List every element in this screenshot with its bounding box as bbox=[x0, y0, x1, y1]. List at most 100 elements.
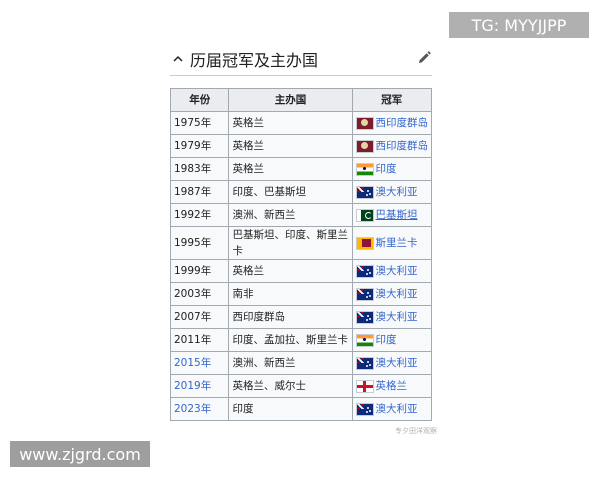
flag-au-icon bbox=[355, 264, 374, 278]
flag-en-icon bbox=[355, 379, 374, 393]
year-text: 2011年 bbox=[174, 334, 212, 346]
flag-au-icon bbox=[355, 185, 374, 199]
champion: 西印度群岛 bbox=[355, 115, 429, 131]
champion: 澳大利亚 bbox=[355, 286, 429, 302]
flag-in-icon bbox=[355, 333, 374, 347]
year-cell: 2007年 bbox=[169, 305, 230, 329]
table-row: 1999年 英格兰 澳大利亚 bbox=[169, 259, 432, 283]
table-row: 2023年 印度 澳大利亚 bbox=[169, 397, 432, 421]
champion-cell: 巴基斯坦 bbox=[351, 203, 432, 227]
table-row: 1987年 印度、巴基斯坦 澳大利亚 bbox=[169, 180, 432, 204]
champion-cell: 西印度群岛 bbox=[351, 111, 432, 135]
pencil-icon[interactable] bbox=[416, 50, 432, 66]
champion-link[interactable]: 英格兰 bbox=[376, 378, 408, 394]
champion: 澳大利亚 bbox=[355, 309, 429, 325]
year-text[interactable]: 2015年 bbox=[174, 357, 211, 369]
flag-au-icon bbox=[355, 402, 374, 416]
champion-cell: 澳大利亚 bbox=[351, 397, 432, 421]
host-cell: 印度 bbox=[228, 397, 353, 421]
host-cell: 英格兰 bbox=[228, 111, 353, 135]
champion-link[interactable]: 澳大利亚 bbox=[376, 184, 418, 200]
table-row: 1995年 巴基斯坦、印度、斯里兰卡 斯里兰卡 bbox=[169, 226, 432, 260]
champion-link[interactable]: 印度 bbox=[376, 161, 397, 177]
champion-link[interactable]: 澳大利亚 bbox=[376, 309, 418, 325]
host-cell: 英格兰 bbox=[228, 134, 353, 158]
year-cell[interactable]: 2023年 bbox=[169, 397, 230, 421]
year-cell: 1999年 bbox=[169, 259, 230, 283]
header-year[interactable]: 年份 bbox=[169, 88, 230, 112]
small-watermark: 专夕田洋观察 bbox=[395, 427, 437, 435]
year-cell: 1995年 bbox=[169, 226, 230, 260]
champion-link[interactable]: 澳大利亚 bbox=[376, 401, 418, 417]
champion: 印度 bbox=[355, 332, 429, 348]
champion-link[interactable]: 澳大利亚 bbox=[376, 355, 418, 371]
year-text: 2003年 bbox=[174, 288, 212, 300]
champion-link[interactable]: 西印度群岛 bbox=[376, 138, 429, 154]
champion-cell: 澳大利亚 bbox=[351, 259, 432, 283]
flag-au-icon bbox=[355, 356, 374, 370]
flag-au-icon bbox=[355, 310, 374, 324]
header-host[interactable]: 主办国 bbox=[228, 88, 353, 112]
year-text[interactable]: 2019年 bbox=[174, 380, 211, 392]
champion: 巴基斯坦 bbox=[355, 207, 429, 223]
champion: 西印度群岛 bbox=[355, 138, 429, 154]
table-row: 2003年 南非 澳大利亚 bbox=[169, 282, 432, 306]
telegram-watermark: TG: MYYJJPP bbox=[449, 12, 589, 38]
flag-wi-icon bbox=[355, 139, 374, 153]
champion-link[interactable]: 印度 bbox=[376, 332, 397, 348]
champion: 印度 bbox=[355, 161, 429, 177]
site-watermark: www.zjgrd.com bbox=[10, 441, 150, 467]
champion-link[interactable]: 斯里兰卡 bbox=[376, 235, 418, 251]
year-cell: 1975年 bbox=[169, 111, 230, 135]
flag-pk-icon bbox=[355, 208, 374, 222]
host-cell: 英格兰 bbox=[228, 157, 353, 181]
year-text: 1999年 bbox=[174, 265, 212, 277]
header-champion[interactable]: 冠军 bbox=[351, 88, 432, 112]
champion: 英格兰 bbox=[355, 378, 429, 394]
champion-cell: 澳大利亚 bbox=[351, 305, 432, 329]
champion-cell: 澳大利亚 bbox=[351, 351, 432, 375]
table-row: 2007年 西印度群岛 澳大利亚 bbox=[169, 305, 432, 329]
champion: 斯里兰卡 bbox=[355, 235, 429, 251]
table-row: 1992年 澳洲、新西兰 巴基斯坦 bbox=[169, 203, 432, 227]
champion: 澳大利亚 bbox=[355, 401, 429, 417]
year-text: 1995年 bbox=[174, 237, 212, 249]
champion-link[interactable]: 澳大利亚 bbox=[376, 286, 418, 302]
chevron-up-icon[interactable] bbox=[170, 51, 186, 67]
champion-cell: 斯里兰卡 bbox=[351, 226, 432, 260]
champion-link[interactable]: 巴基斯坦 bbox=[376, 207, 418, 223]
champion: 澳大利亚 bbox=[355, 184, 429, 200]
year-cell: 1992年 bbox=[169, 203, 230, 227]
section-title: 历届冠军及主办国 bbox=[190, 51, 319, 70]
table-row: 1983年 英格兰 印度 bbox=[169, 157, 432, 181]
champion-link[interactable]: 西印度群岛 bbox=[376, 115, 429, 131]
table-header-row: 年份 主办国 冠军 bbox=[169, 88, 432, 112]
host-cell: 巴基斯坦、印度、斯里兰卡 bbox=[228, 226, 353, 260]
year-cell[interactable]: 2019年 bbox=[169, 374, 230, 398]
year-text[interactable]: 2023年 bbox=[174, 403, 211, 415]
year-text: 1983年 bbox=[174, 163, 212, 175]
table-body: 1975年 英格兰 西印度群岛 1979年 英格兰 西印度群岛 1983年 英格兰 印度 1987… bbox=[169, 111, 432, 421]
host-cell: 英格兰、威尔士 bbox=[228, 374, 353, 398]
year-cell: 1983年 bbox=[169, 157, 230, 181]
flag-lk-icon bbox=[355, 236, 374, 250]
champion-cell: 英格兰 bbox=[351, 374, 432, 398]
year-cell: 2011年 bbox=[169, 328, 230, 352]
table-row: 2019年 英格兰、威尔士 英格兰 bbox=[169, 374, 432, 398]
champion: 澳大利亚 bbox=[355, 355, 429, 371]
table-row: 2011年 印度、孟加拉、斯里兰卡 印度 bbox=[169, 328, 432, 352]
host-cell: 印度、孟加拉、斯里兰卡 bbox=[228, 328, 353, 352]
host-cell: 印度、巴基斯坦 bbox=[228, 180, 353, 204]
year-text: 1975年 bbox=[174, 117, 212, 129]
host-cell: 英格兰 bbox=[228, 259, 353, 283]
flag-wi-icon bbox=[355, 116, 374, 130]
table-row: 1979年 英格兰 西印度群岛 bbox=[169, 134, 432, 158]
champion-link[interactable]: 澳大利亚 bbox=[376, 263, 418, 279]
table-row: 2015年 澳洲、新西兰 澳大利亚 bbox=[169, 351, 432, 375]
year-text: 2007年 bbox=[174, 311, 212, 323]
year-cell: 1987年 bbox=[169, 180, 230, 204]
year-text: 1992年 bbox=[174, 209, 212, 221]
table-row: 1975年 英格兰 西印度群岛 bbox=[169, 111, 432, 135]
year-cell[interactable]: 2015年 bbox=[169, 351, 230, 375]
section-header: 历届冠军及主办国 bbox=[170, 43, 432, 76]
